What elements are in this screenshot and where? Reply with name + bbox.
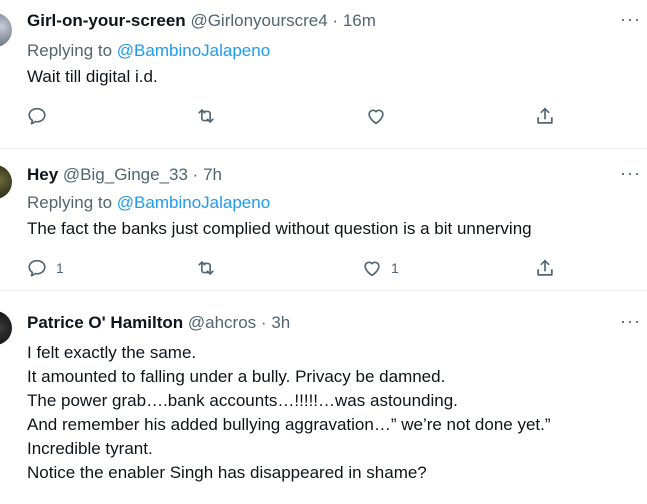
display-name[interactable]: Hey: [27, 165, 58, 184]
tweet-header: Patrice O' Hamilton @ahcros · 3h: [27, 313, 290, 333]
tweet-text-line: Wait till digital i.d.: [27, 67, 158, 86]
tweet-text: The fact the banks just complied without…: [27, 217, 532, 241]
tweet-header: Girl-on-your-screen @Girlonyourscre4 · 1…: [27, 11, 376, 31]
user-handle[interactable]: @ahcros: [188, 313, 256, 332]
retweet-button[interactable]: [195, 105, 225, 127]
separator-dot: ·: [332, 11, 339, 30]
reply-count: 1: [56, 260, 64, 276]
retweet-button[interactable]: [195, 257, 225, 279]
more-options-icon[interactable]: ···: [620, 163, 641, 184]
share-icon: [537, 107, 553, 124]
retweet-icon: [198, 261, 214, 275]
display-name[interactable]: Girl-on-your-screen: [27, 11, 186, 30]
heart-icon: [364, 261, 380, 277]
reply-button[interactable]: 1: [26, 257, 64, 279]
reply-button[interactable]: [26, 105, 56, 127]
tweet-2[interactable]: Hey @Big_Ginge_33 · 7h ··· Replying to @…: [0, 149, 647, 289]
replying-to-label: Replying to: [27, 41, 113, 60]
timestamp[interactable]: 16m: [343, 11, 376, 30]
replying-to-mention[interactable]: @BambinoJalapeno: [117, 41, 270, 60]
display-name[interactable]: Patrice O' Hamilton: [27, 313, 183, 332]
tweet-3[interactable]: Patrice O' Hamilton @ahcros · 3h ··· I f…: [0, 291, 647, 504]
tweet-text-line: The power grab….bank accounts…!!!!!…was …: [27, 391, 458, 410]
like-count: 1: [391, 260, 399, 276]
tweet-actions: [0, 105, 647, 129]
tweet-header: Hey @Big_Ginge_33 · 7h: [27, 165, 222, 185]
avatar[interactable]: [0, 13, 12, 47]
replying-to: Replying to @BambinoJalapeno: [27, 41, 270, 61]
tweet-actions: 1 1: [0, 257, 647, 281]
tweet-text-line: I felt exactly the same.: [27, 343, 197, 362]
user-handle[interactable]: @Girlonyourscre4: [190, 11, 327, 30]
tweet-text-line: Notice the enabler Singh has disappeared…: [27, 463, 427, 482]
timestamp[interactable]: 7h: [203, 165, 222, 184]
share-button[interactable]: [534, 257, 556, 279]
replying-to: Replying to @BambinoJalapeno: [27, 193, 270, 213]
tweet-text-line: And remember his added bullying aggravat…: [27, 415, 551, 434]
replying-to-label: Replying to: [27, 193, 113, 212]
replying-to-mention[interactable]: @BambinoJalapeno: [117, 193, 270, 212]
reply-icon: [28, 259, 46, 277]
retweet-icon: [198, 109, 214, 123]
tweet-text: Wait till digital i.d.: [27, 65, 158, 89]
heart-icon: [368, 109, 384, 125]
more-options-icon[interactable]: ···: [620, 9, 641, 30]
tweet-text-line: Incredible tyrant.: [27, 439, 153, 458]
tweet-1[interactable]: Girl-on-your-screen @Girlonyourscre4 · 1…: [0, 0, 647, 148]
avatar[interactable]: [0, 165, 12, 199]
separator-dot: ·: [260, 313, 267, 332]
share-button[interactable]: [534, 105, 556, 127]
avatar[interactable]: [0, 311, 12, 345]
separator-dot: ·: [192, 165, 199, 184]
share-icon: [537, 259, 553, 276]
tweet-text-line: It amounted to falling under a bully. Pr…: [27, 367, 446, 386]
more-options-icon[interactable]: ···: [620, 311, 641, 332]
timestamp[interactable]: 3h: [271, 313, 290, 332]
like-button[interactable]: [365, 105, 395, 127]
like-button[interactable]: 1: [361, 257, 399, 279]
user-handle[interactable]: @Big_Ginge_33: [63, 165, 188, 184]
tweet-text-line: The fact the banks just complied without…: [27, 219, 532, 238]
tweet-text: I felt exactly the same. It amounted to …: [27, 341, 551, 485]
reply-icon: [28, 107, 46, 125]
